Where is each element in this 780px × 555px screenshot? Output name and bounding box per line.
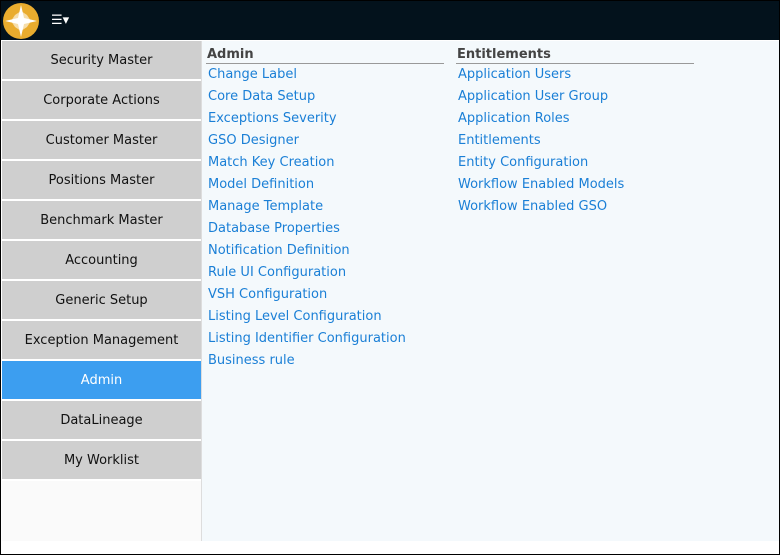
entitlements-link[interactable]: Application Roles [456,108,694,130]
hamburger-menu-icon[interactable]: ☰▾ [51,13,69,28]
sidebar-item-customer-master[interactable]: Customer Master [2,121,201,161]
sidebar-item-my-worklist[interactable]: My Worklist [2,441,201,481]
entitlements-link[interactable]: Entitlements [456,130,694,152]
logo-compass-icon[interactable] [3,3,39,39]
admin-link[interactable]: Database Properties [206,218,444,240]
admin-section: Admin Change Label Core Data Setup Excepti… [206,47,444,372]
sidebar-item-admin[interactable]: Admin [2,361,201,401]
admin-link[interactable]: Manage Template [206,196,444,218]
entitlements-link[interactable]: Entity Configuration [456,152,694,174]
sidebar-item-positions-master[interactable]: Positions Master [2,161,201,201]
admin-link[interactable]: Listing Identifier Configuration [206,328,444,350]
entitlements-link[interactable]: Application User Group [456,86,694,108]
admin-link[interactable]: Change Label [206,64,444,86]
admin-link[interactable]: Notification Definition [206,240,444,262]
admin-link[interactable]: Exceptions Severity [206,108,444,130]
sidebar-item-security-master[interactable]: Security Master [2,41,201,81]
admin-link[interactable]: Listing Level Configuration [206,306,444,328]
sidebar-item-accounting[interactable]: Accounting [2,241,201,281]
admin-link[interactable]: Core Data Setup [206,86,444,108]
admin-link[interactable]: Match Key Creation [206,152,444,174]
sidebar: Security Master Corporate Actions Customer… [2,41,202,541]
admin-link[interactable]: Model Definition [206,174,444,196]
app-window: ☰▾ Security Master Corporate Actions Custo… [0,0,780,555]
entitlements-heading: Entitlements [456,47,694,64]
sidebar-item-corporate-actions[interactable]: Corporate Actions [2,81,201,121]
top-bar: ☰▾ [1,1,779,40]
admin-link[interactable]: GSO Designer [206,130,444,152]
admin-link[interactable]: VSH Configuration [206,284,444,306]
entitlements-link[interactable]: Workflow Enabled Models [456,174,694,196]
sidebar-item-datalineage[interactable]: DataLineage [2,401,201,441]
entitlements-section: Entitlements Application Users Applicatio… [456,47,694,218]
admin-link[interactable]: Business rule [206,350,444,372]
admin-link[interactable]: Rule UI Configuration [206,262,444,284]
sidebar-item-benchmark-master[interactable]: Benchmark Master [2,201,201,241]
content-panel: Admin Change Label Core Data Setup Excepti… [202,41,779,541]
sidebar-item-exception-management[interactable]: Exception Management [2,321,201,361]
entitlements-link[interactable]: Application Users [456,64,694,86]
entitlements-link[interactable]: Workflow Enabled GSO [456,196,694,218]
admin-heading: Admin [206,47,444,64]
sidebar-item-generic-setup[interactable]: Generic Setup [2,281,201,321]
